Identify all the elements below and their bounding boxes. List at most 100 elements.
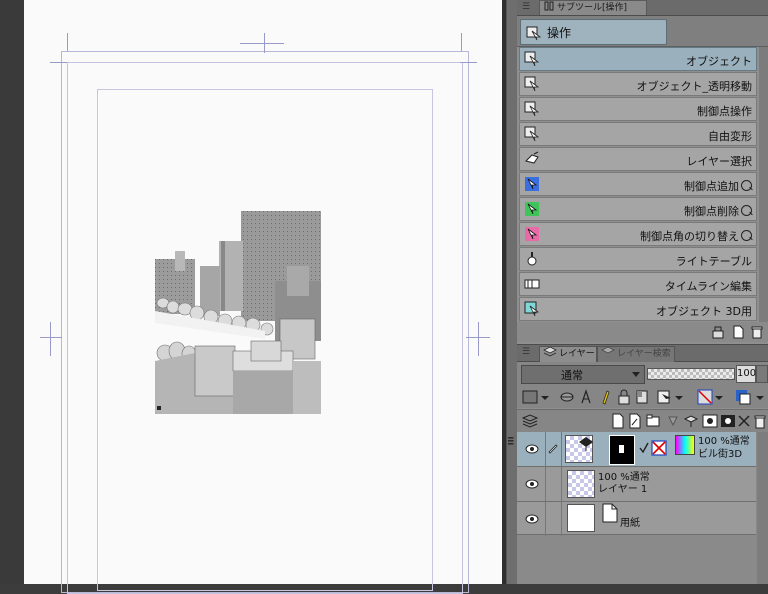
blend-mode-select[interactable]: 通常 [521,365,645,384]
chevron-down-icon[interactable] [755,389,765,405]
new-raster-layer-icon[interactable] [610,413,626,429]
layer-color-icon[interactable] [522,389,538,405]
row-divider [545,467,546,501]
delete-point-arrow-icon [525,202,539,216]
paper-icon [602,503,618,523]
layer-thumbnail [567,504,595,532]
pen-layer-icon[interactable] [597,389,613,405]
subtool-icon [544,1,554,11]
tab-layer[interactable]: レイヤー [539,346,597,362]
splitter-grip-icon[interactable]: ━ ━ ━ [508,435,514,450]
check-icon[interactable] [639,442,649,454]
layers-icon [543,347,557,357]
subtool-item[interactable]: 制御点削除 [519,197,757,221]
opacity-value[interactable]: 100 [736,365,756,383]
reference-layer-icon[interactable] [559,389,575,405]
panel-splitter[interactable] [506,0,517,584]
object-cursor-icon [524,101,540,117]
layer-name[interactable]: レイヤー 1 [598,484,647,495]
chevron-down-icon [632,372,640,377]
object-cursor-icon [524,126,540,142]
magnifier-icon[interactable] [741,180,752,191]
subtool-scrollbar[interactable] [759,47,768,323]
row-divider [561,467,562,501]
subtool-item-text: レイヤー選択 [686,155,752,168]
merge-down-icon[interactable] [683,413,699,429]
subtool-item-text: 制御点操作 [697,105,752,118]
add-point-arrow-icon [525,177,539,191]
subtool-item[interactable]: オブジェクト [519,47,757,71]
trash-icon[interactable] [752,413,768,429]
new-subtool-icon[interactable] [731,325,745,339]
layer-mask-thumbnail [609,435,635,465]
mask-off-icon[interactable] [697,389,713,405]
visibility-eye-icon[interactable] [525,444,539,454]
tab-subtool[interactable]: サブツール[操作] [539,0,647,15]
canvas-area[interactable] [0,0,506,594]
subtool-item[interactable]: オブジェクト 3D用 [519,297,757,321]
tab-layer-search[interactable]: レイヤー検索 [597,346,675,362]
subtool-item-label: ライトテーブル [676,253,752,269]
tool-group-operation-button[interactable]: 操作 [520,19,667,45]
lock-transparency-icon[interactable] [634,389,650,405]
layer-tab-bar: ☰ レイヤー レイヤー検索 [517,344,768,362]
subtool-item-text: 制御点追加 [684,180,739,193]
magnifier-icon[interactable] [741,230,752,241]
subtool-item-label: タイムライン編集 [665,278,752,294]
layer-row-layer-1[interactable]: 100 %通常 レイヤー 1 [517,467,756,502]
delete-subtool-icon[interactable] [750,325,764,339]
layer-panel-menu-icon[interactable]: ☰ [522,347,530,357]
object-3d-cursor-icon [524,301,540,317]
layer-list-scrollbar[interactable] [757,432,768,584]
mask-create-icon[interactable] [702,413,718,429]
chevron-down-icon[interactable] [540,389,550,405]
layer-row-paper[interactable]: 用紙 [517,502,756,536]
edit-pen-icon[interactable] [547,442,559,454]
visibility-eye-icon[interactable] [525,479,539,489]
new-folder-layer-icon[interactable] [645,413,661,429]
subtool-item-label: オブジェクト [686,53,752,69]
subtool-item-text: 制御点角の切り替え [640,230,739,243]
apply-mask-icon[interactable] [720,413,736,429]
visibility-eye-icon[interactable] [525,514,539,524]
layer-name[interactable]: ビル街3D [698,449,742,460]
layer-stack-icon[interactable] [522,413,538,429]
tab-layer-search-label: レイヤー検索 [617,349,671,359]
delete-layer-icon[interactable] [736,413,752,429]
subtool-item-text: 制御点削除 [684,205,739,218]
subtool-item[interactable]: ライトテーブル [519,247,757,271]
layer-row-city-3d[interactable]: 100 %通常 ビル街3D [517,432,756,467]
chevron-down-icon[interactable] [674,389,684,405]
subtool-item-label: 制御点追加 [684,178,752,194]
chevron-down-icon[interactable] [714,389,724,405]
draft-layer-icon[interactable] [579,389,595,405]
subtool-item-text: ライトテーブル [675,255,752,268]
subtool-item[interactable]: 制御点追加 [519,172,757,196]
subtool-item[interactable]: オブジェクト_透明移動 [519,72,757,96]
subtool-item[interactable]: タイムライン編集 [519,272,757,296]
opacity-spinner[interactable] [756,365,768,383]
panel-menu-icon[interactable]: ☰ [522,2,530,12]
layer-blend-row: 通常 100 [517,362,768,386]
corner-point-arrow-icon [525,227,539,241]
new-vector-layer-icon[interactable] [627,413,643,429]
subtool-item[interactable]: 自由変形 [519,122,757,146]
mask-disabled-icon[interactable] [651,440,667,456]
subtool-item-label: 自由変形 [708,128,752,144]
magnifier-icon[interactable] [741,205,752,216]
subtool-item[interactable]: 制御点角の切り替え [519,222,757,246]
opacity-slider[interactable] [647,368,735,380]
subtool-item[interactable]: 制御点操作 [519,97,757,121]
subtool-item[interactable]: レイヤー選択 [519,147,757,171]
layer-name[interactable]: 用紙 [620,518,640,529]
lock-icon[interactable] [616,389,632,405]
clip-layer-icon[interactable] [657,389,673,405]
transfer-down-icon[interactable] [665,413,681,429]
subtool-item-text: オブジェクト [686,55,752,68]
row-divider [561,432,562,466]
layer-color-fill-icon[interactable] [735,389,751,405]
subtool-item-text: オブジェクト 3D用 [656,305,752,318]
subtool-settings-icon[interactable] [711,325,725,339]
city-3d-object[interactable] [155,211,321,414]
layer-search-icon [601,347,615,354]
